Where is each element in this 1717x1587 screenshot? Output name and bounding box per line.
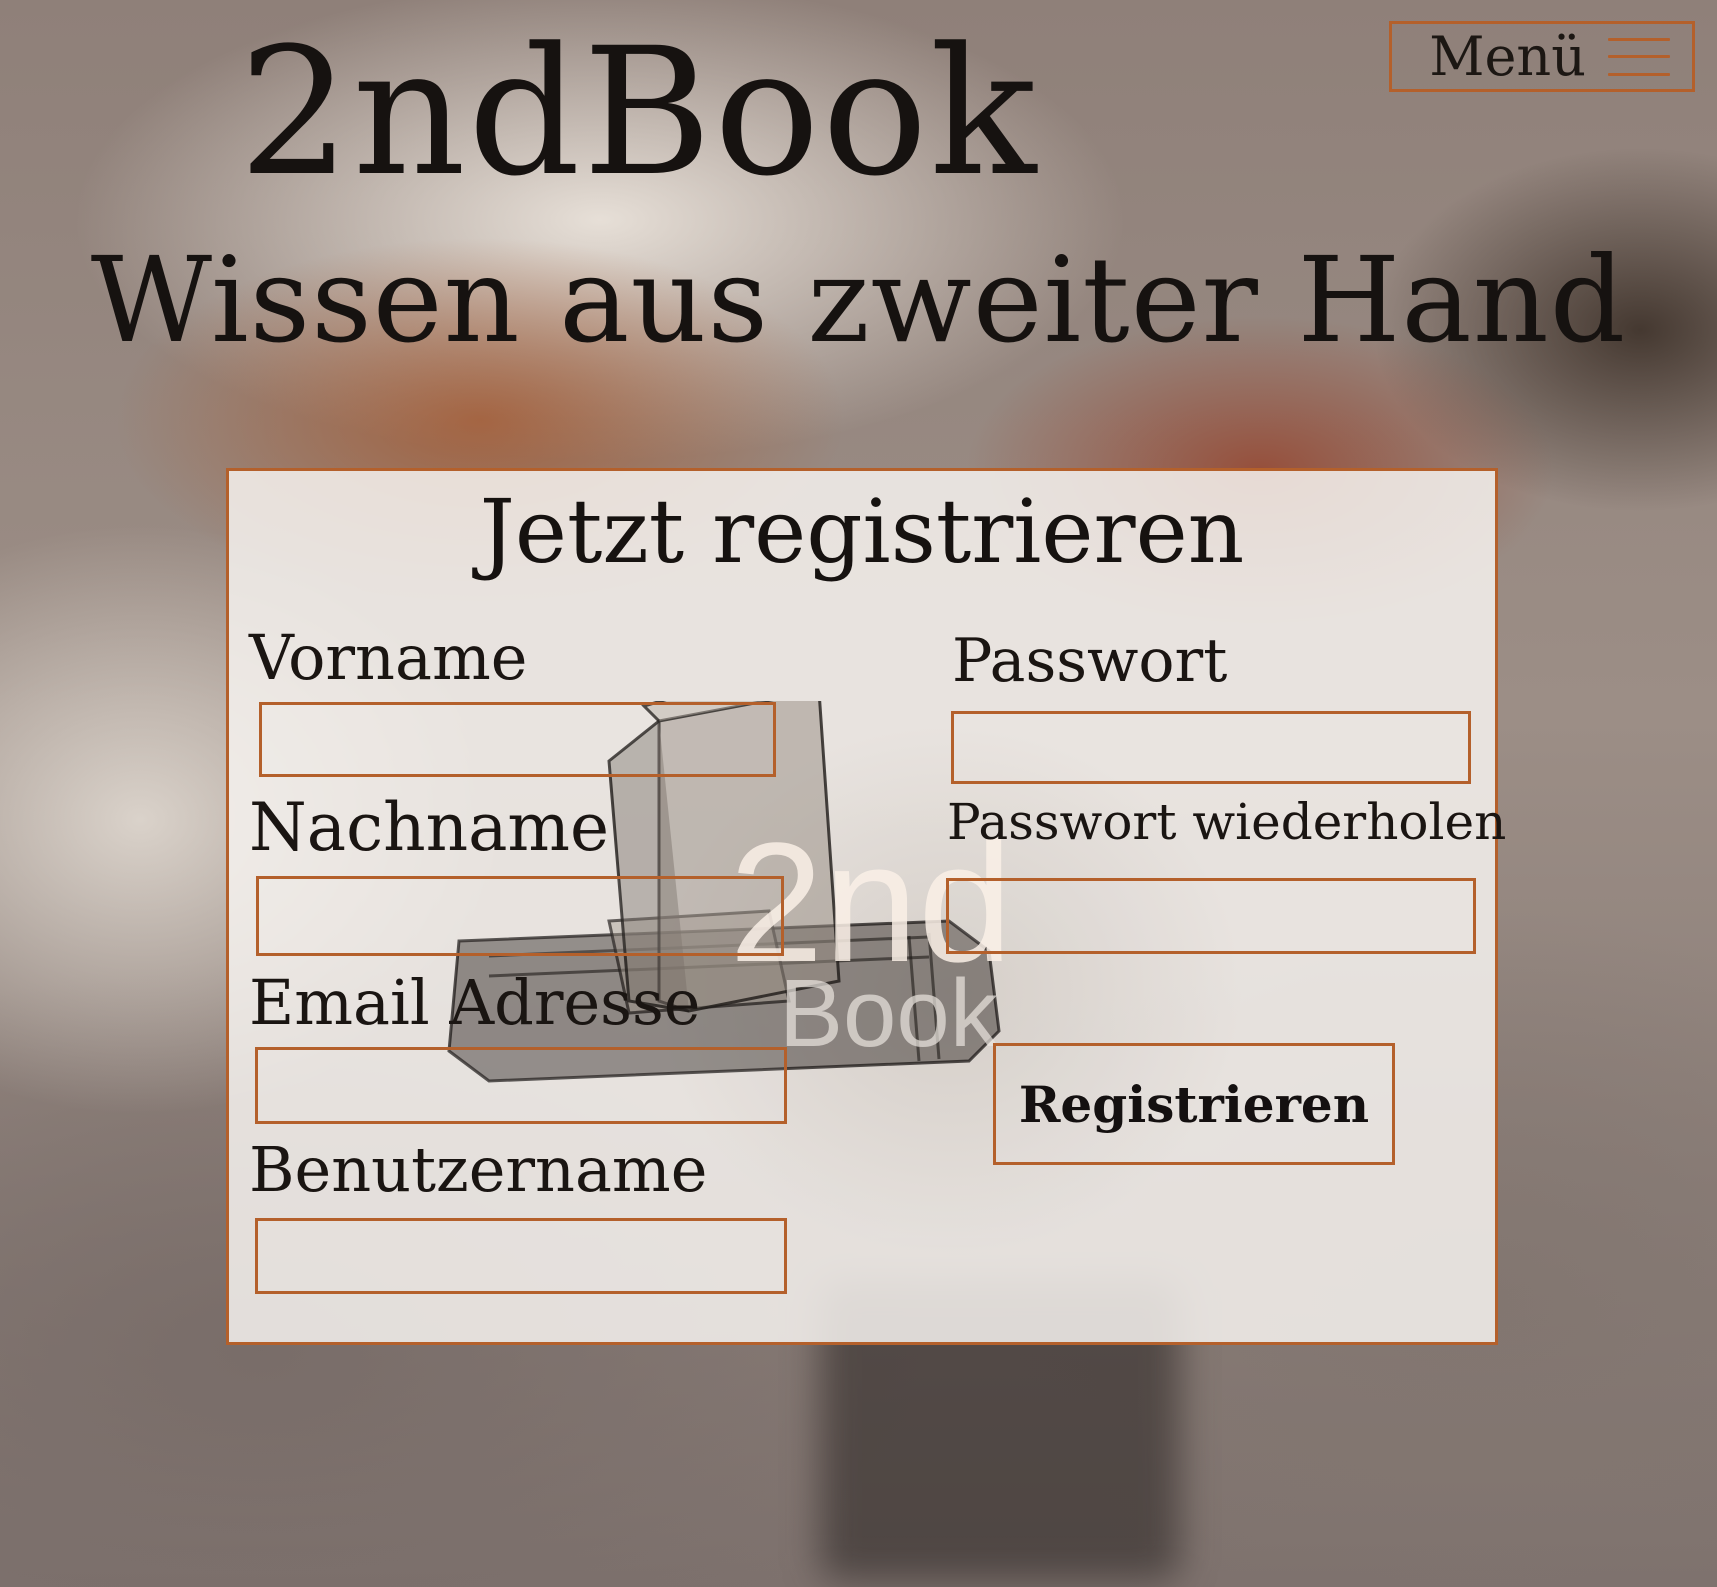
registration-form: 2nd Book Jetzt registrieren Vorname Nach… <box>226 468 1506 1345</box>
last-name-input[interactable] <box>256 876 784 956</box>
username-input[interactable] <box>255 1218 787 1294</box>
username-label: Benutzername <box>249 1133 708 1206</box>
logo-text-book: Book <box>779 960 999 1067</box>
register-button[interactable]: Registrieren <box>993 1043 1395 1165</box>
first-name-input[interactable] <box>259 702 776 777</box>
site-title: 2ndBook <box>238 10 1039 215</box>
menu-button[interactable]: Menü <box>1389 21 1695 92</box>
first-name-label: Vorname <box>249 621 528 694</box>
email-label: Email Adresse <box>249 966 701 1039</box>
password-repeat-input[interactable] <box>946 878 1476 954</box>
form-title: Jetzt registrieren <box>479 480 1245 583</box>
password-repeat-label: Passwort wiederholen <box>947 793 1507 851</box>
hamburger-icon <box>1608 37 1670 76</box>
password-input[interactable] <box>951 711 1471 784</box>
menu-label: Menü <box>1429 25 1586 88</box>
email-input[interactable] <box>255 1047 787 1124</box>
site-tagline: Wissen aus zweiter Hand <box>90 231 1627 369</box>
last-name-label: Nachname <box>249 789 610 866</box>
password-label: Passwort <box>952 626 1228 696</box>
